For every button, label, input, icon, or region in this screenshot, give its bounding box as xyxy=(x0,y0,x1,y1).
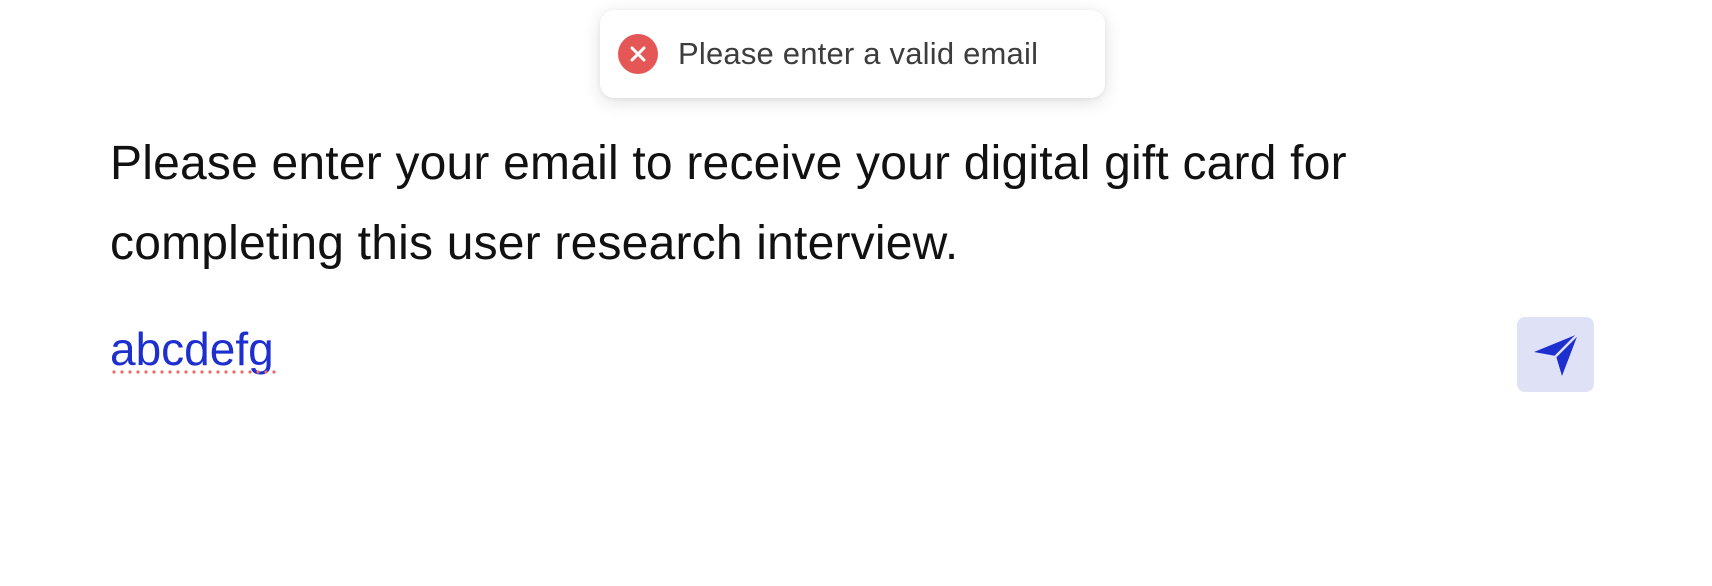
prompt-text: Please enter your email to receive your … xyxy=(110,137,1347,270)
send-button[interactable] xyxy=(1517,317,1594,392)
toast-message: Please enter a valid email xyxy=(678,36,1039,71)
error-toast: Please enter a valid email xyxy=(600,10,1105,98)
email-input[interactable] xyxy=(110,318,1460,380)
send-paper-plane-icon xyxy=(1532,332,1580,378)
error-x-circle-icon xyxy=(618,34,658,74)
spellcheck-underline xyxy=(110,370,280,374)
